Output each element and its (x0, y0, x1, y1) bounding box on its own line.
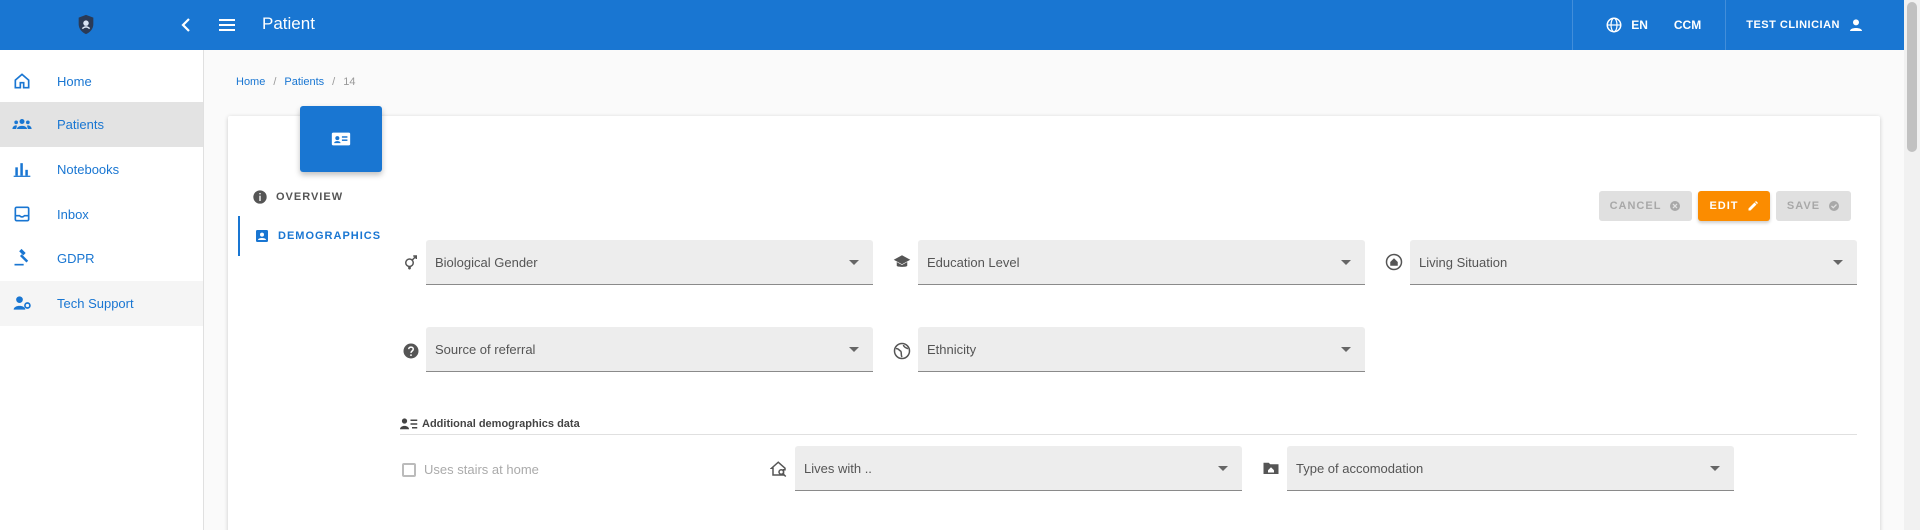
type-of-accomodation-select[interactable]: Type of accomodation (1287, 446, 1734, 491)
education-level-select[interactable]: Education Level (918, 240, 1365, 285)
page-scrollbar[interactable] (1904, 0, 1920, 530)
save-label: SAVE (1786, 200, 1821, 212)
scrollbar-thumb[interactable] (1907, 2, 1917, 152)
select-label: Biological Gender (435, 255, 538, 270)
sidebar-item-tech-support[interactable]: Tech Support (0, 281, 203, 326)
ccm-label: CCM (1673, 18, 1702, 32)
help-icon (403, 343, 419, 359)
select-label: Living Situation (1419, 255, 1508, 270)
dropdown-arrow-icon (1218, 466, 1228, 471)
person-icon (1850, 19, 1862, 31)
ccm-button[interactable]: CCM (1670, 0, 1725, 50)
page-title: Patient (262, 14, 315, 33)
cancel-label: CANCEL (1609, 200, 1662, 212)
collapse-sidebar-button[interactable] (174, 13, 198, 37)
sidebar-item-notebooks[interactable]: Notebooks (0, 147, 203, 192)
gender-icon (405, 255, 417, 270)
sidebar: Home Patients Notebooks Inbox GDPR Tech … (0, 50, 204, 530)
home-search-icon (770, 461, 787, 478)
ethnicity-select[interactable]: Ethnicity (918, 327, 1365, 372)
source-of-referral-select[interactable]: Source of referral (426, 327, 873, 372)
logo-area (0, 0, 204, 50)
checkbox-label: Uses stairs at home (424, 462, 539, 477)
support-agent-icon (13, 296, 31, 310)
pencil-icon (1748, 201, 1758, 211)
select-label: Education Level (927, 255, 1020, 270)
section-title-text: Additional demographics data (422, 418, 580, 430)
sidebar-item-gdpr[interactable]: GDPR (0, 236, 203, 281)
breadcrumb-patients-link[interactable]: Patients (284, 76, 324, 88)
edit-label: EDIT (1709, 200, 1739, 212)
tab-demographics-label: DEMOGRAPHICS (278, 230, 382, 242)
home-icon (14, 73, 30, 89)
sidebar-item-label: Tech Support (57, 296, 134, 311)
dropdown-arrow-icon (1341, 347, 1351, 352)
home-circle-icon (1385, 253, 1403, 271)
globe-icon (893, 342, 911, 360)
check-circle-icon (1829, 201, 1840, 211)
breadcrumb-current: 14 (343, 76, 356, 88)
save-button[interactable]: SAVE (1776, 191, 1851, 221)
sidebar-item-label: Home (57, 74, 92, 89)
dropdown-arrow-icon (849, 260, 859, 265)
school-icon (893, 255, 911, 267)
person-list-icon (400, 418, 418, 430)
sidebar-item-inbox[interactable]: Inbox (0, 192, 203, 237)
top-right-actions: EN CCM TEST CLINICIAN (1572, 0, 1904, 50)
cancel-button[interactable]: CANCEL (1599, 191, 1692, 221)
living-situation-select[interactable]: Living Situation (1410, 240, 1857, 285)
select-label: Ethnicity (927, 342, 977, 357)
tab-overview-label: OVERVIEW (276, 191, 344, 203)
checkbox-box[interactable] (402, 462, 416, 477)
dropdown-arrow-icon (1710, 466, 1720, 471)
language-button[interactable]: EN (1573, 0, 1670, 50)
account-box-icon (256, 230, 268, 242)
breadcrumb-separator: / (273, 76, 277, 88)
select-label: Source of referral (435, 342, 536, 357)
tab-overview[interactable]: OVERVIEW (238, 177, 368, 217)
sidebar-item-label: Notebooks (57, 162, 120, 177)
menu-icon[interactable] (215, 13, 239, 37)
info-icon (253, 190, 267, 204)
select-label: Lives with .. (804, 461, 872, 476)
bar-chart-icon (13, 163, 31, 177)
edit-button[interactable]: EDIT (1698, 191, 1770, 221)
app-logo-icon (78, 14, 94, 35)
dropdown-arrow-icon (1833, 260, 1843, 265)
top-app-bar: Patient EN CCM TEST CLINICIAN (0, 0, 1904, 50)
globe-icon (1606, 17, 1622, 33)
lives-with-select[interactable]: Lives with .. (795, 446, 1242, 491)
sidebar-item-label: Patients (57, 117, 104, 132)
select-label: Type of accomodation (1296, 461, 1424, 476)
people-icon (12, 119, 32, 129)
sidebar-item-patients[interactable]: Patients (0, 102, 203, 147)
tab-demographics[interactable]: DEMOGRAPHICS (238, 216, 380, 256)
breadcrumb-home-link[interactable]: Home (236, 76, 265, 88)
sidebar-item-home[interactable]: Home (0, 59, 203, 104)
breadcrumb-separator: / (332, 76, 336, 88)
dropdown-arrow-icon (849, 347, 859, 352)
section-divider (400, 434, 1857, 435)
breadcrumb: Home / Patients / 14 (236, 76, 355, 88)
biological-gender-select[interactable]: Biological Gender (426, 240, 873, 285)
card-header-badge (300, 106, 382, 172)
user-menu-button[interactable]: TEST CLINICIAN (1726, 0, 1904, 50)
home-folder-icon (1263, 462, 1279, 474)
uses-stairs-checkbox[interactable]: Uses stairs at home (402, 462, 539, 477)
dropdown-arrow-icon (1341, 260, 1351, 265)
contact-card-icon (331, 132, 351, 146)
sidebar-item-label: GDPR (57, 251, 95, 266)
user-name: TEST CLINICIAN (1746, 19, 1840, 31)
inbox-icon (14, 206, 30, 222)
cancel-icon (1670, 201, 1681, 211)
additional-demographics-heading: Additional demographics data (400, 417, 580, 431)
sidebar-item-label: Inbox (57, 207, 89, 222)
language-label: EN (1631, 18, 1648, 32)
gavel-icon (14, 248, 29, 266)
